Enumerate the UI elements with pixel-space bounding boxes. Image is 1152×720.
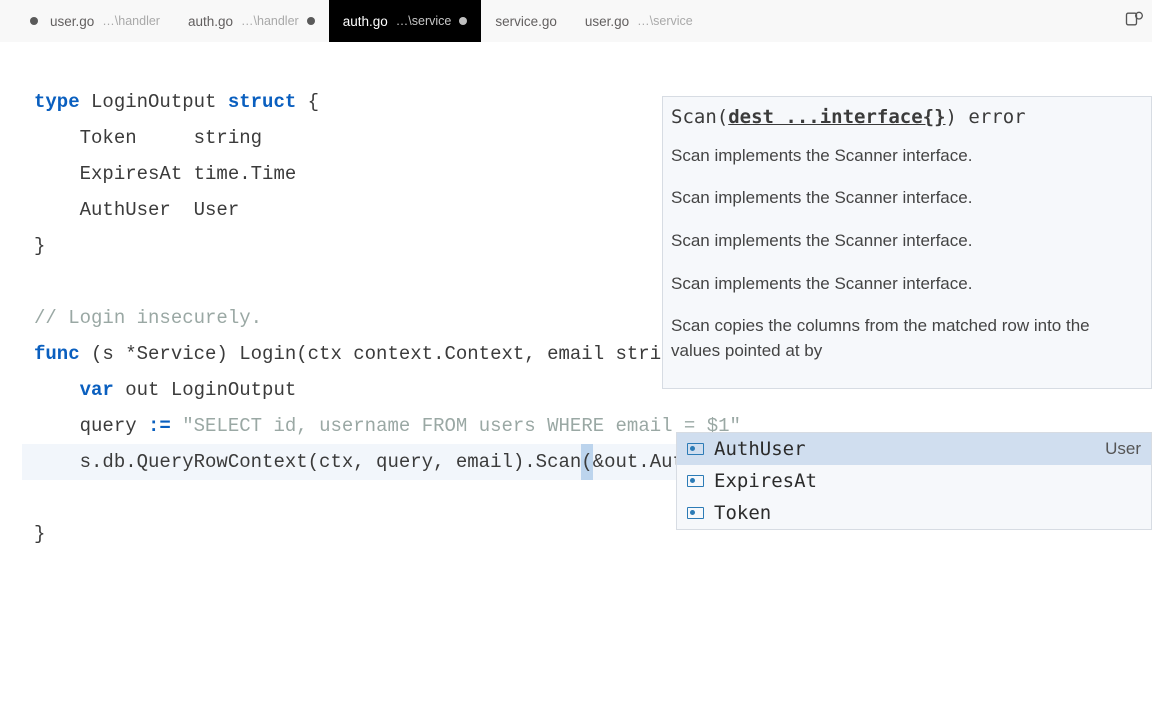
tab-filename: auth.go: [188, 14, 233, 29]
tab-bar: user.go …\handler auth.go …\handler auth…: [0, 0, 1152, 42]
signature-active-param: dest ...interface{}: [728, 106, 945, 128]
autocomplete-item[interactable]: Token: [677, 497, 1151, 529]
code-line: type LoginOutput struct {: [34, 91, 319, 113]
autocomplete-label: ExpiresAt: [714, 470, 817, 492]
tab-user-service[interactable]: user.go …\service: [571, 0, 707, 42]
modified-dot-icon: [30, 17, 38, 25]
autocomplete-item[interactable]: AuthUser User: [677, 433, 1151, 465]
tab-auth-handler[interactable]: auth.go …\handler: [174, 0, 329, 42]
tab-filename: service.go: [495, 14, 557, 29]
tab-path: …\handler: [102, 14, 160, 28]
signature-doc: Scan implements the Scanner interface. S…: [671, 144, 1141, 364]
tab-filename: user.go: [585, 14, 629, 29]
autocomplete-item[interactable]: ExpiresAt: [677, 465, 1151, 497]
field-icon: [687, 507, 704, 519]
autocomplete-popup: AuthUser User ExpiresAt Token: [676, 432, 1152, 530]
autocomplete-label: Token: [714, 502, 771, 524]
modified-dot-icon: [459, 17, 467, 25]
signature-help-popup: Scan(dest ...interface{}) error Scan imp…: [662, 96, 1152, 389]
code-line: ExpiresAt time.Time: [34, 163, 296, 185]
code-line: var out LoginOutput: [34, 379, 296, 401]
modified-dot-icon: [307, 17, 315, 25]
tab-user-handler[interactable]: user.go …\handler: [36, 0, 174, 42]
editor-actions: [1124, 0, 1152, 42]
code-line: AuthUser User: [34, 199, 239, 221]
tab-filename: auth.go: [343, 14, 388, 29]
tab-service[interactable]: service.go: [481, 0, 571, 42]
field-icon: [687, 443, 704, 455]
signature-line: Scan(dest ...interface{}) error: [671, 105, 1141, 130]
tab-path: …\handler: [241, 14, 299, 28]
code-line: }: [34, 523, 45, 545]
code-line-comment: // Login insecurely.: [34, 307, 262, 329]
tab-path: …\service: [396, 14, 452, 28]
tab-path: …\service: [637, 14, 693, 28]
code-line: query := "SELECT id, username FROM users…: [34, 415, 741, 437]
code-line: func (s *Service) Login(ctx context.Cont…: [34, 343, 752, 365]
field-icon: [687, 475, 704, 487]
code-line: }: [34, 235, 45, 257]
autocomplete-label: AuthUser: [714, 438, 806, 460]
tab-filename: user.go: [50, 14, 94, 29]
compare-changes-icon[interactable]: [1124, 9, 1144, 34]
code-line: Token string: [34, 127, 262, 149]
autocomplete-detail: User: [1105, 439, 1141, 459]
tab-auth-service[interactable]: auth.go …\service: [329, 0, 482, 42]
